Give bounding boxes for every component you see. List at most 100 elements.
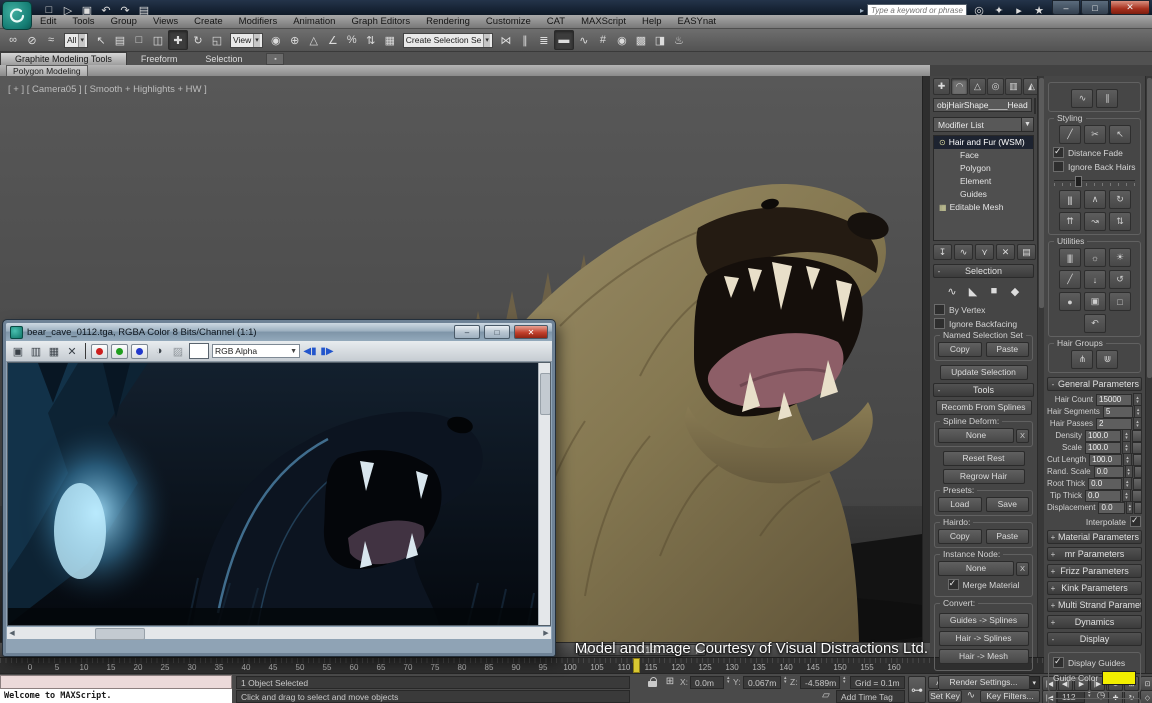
render-maximize-button[interactable]: □ (484, 325, 510, 339)
set-key-button[interactable]: Set Key (928, 690, 962, 703)
keyboard-shortcut-override-icon[interactable]: ⊶ (908, 676, 926, 703)
ribbon-tab-selection[interactable]: Selection (191, 53, 256, 65)
param-hair-segments-field[interactable]: 5 (1102, 405, 1134, 418)
interpolate-checkbox[interactable] (1130, 515, 1141, 527)
field-of-view-icon[interactable]: ◇ (1140, 690, 1152, 703)
select-and-manipulate-icon[interactable]: ⊕ (286, 31, 304, 49)
menu-graph-editors[interactable]: Graph Editors (343, 15, 418, 29)
hair-to-mesh-button[interactable]: Hair -> Mesh (938, 649, 1029, 664)
modifier-hair-and-fur-wsm[interactable]: ⊙ Hair and Fur (WSM) (934, 136, 1033, 149)
x-spinner[interactable]: ▴ ▾ (727, 676, 730, 685)
instance-node-clear-button[interactable]: X (1016, 561, 1029, 576)
selection-lock-icon[interactable] (648, 677, 658, 688)
save-image-icon[interactable]: ▣ (10, 343, 26, 359)
add-time-tag[interactable]: Add Time Tag (836, 690, 905, 703)
guides-to-splines-button[interactable]: Guides -> Splines (938, 613, 1029, 628)
window-crossing-icon[interactable]: ◫ (149, 31, 167, 49)
viewport-label[interactable]: [ + ] [ Camera05 ] [ Smooth + Highlights… (8, 84, 207, 95)
background-color-swatch[interactable] (189, 343, 209, 359)
close-button[interactable]: ✕ (1110, 0, 1150, 15)
z-spinner[interactable]: ▴ ▾ (843, 676, 846, 685)
use-pivot-point-icon[interactable]: ◉ (267, 31, 285, 49)
maxscript-mini-listener[interactable]: Welcome to MAXScript. (0, 689, 232, 703)
reset-rest-button[interactable]: Reset Rest (942, 451, 1025, 466)
edit-named-selections-icon[interactable]: ▦ (381, 31, 399, 49)
menu-customize[interactable]: Customize (478, 15, 539, 29)
time-tag-icon[interactable]: ▱ (820, 690, 832, 701)
render-window-titlebar[interactable]: bear_cave_0112.tga, RGBA Color 8 Bits/Ch… (6, 323, 552, 341)
maximize-button[interactable]: □ (1081, 0, 1109, 15)
select-icon[interactable]: ↖ (1108, 125, 1131, 144)
material-editor-icon[interactable]: ◉ (613, 31, 631, 49)
param-hair-count-field[interactable]: 15000 (1096, 393, 1132, 406)
select-and-link-icon[interactable]: ∞ (4, 31, 22, 49)
angle-snap-icon[interactable]: ∠ (324, 31, 342, 49)
menu-tools[interactable]: Tools (64, 15, 102, 29)
unlink-selection-icon[interactable]: ⊘ (23, 31, 41, 49)
app-logo-icon[interactable] (2, 1, 32, 30)
blue-channel-icon[interactable] (131, 343, 148, 359)
transform-typein-icon[interactable]: ⊞ (663, 676, 677, 687)
rotate-icon[interactable]: ↻ (1108, 190, 1131, 209)
modifier-element[interactable]: Element (934, 175, 1033, 188)
menu-cat[interactable]: CAT (539, 15, 573, 29)
rollout-frizz-parameters[interactable]: + Frizz Parameters (1047, 564, 1142, 578)
comb-icon[interactable]: ||| (1058, 190, 1081, 209)
rollout-dynamics[interactable]: + Dynamics (1047, 615, 1142, 629)
undo-icon[interactable]: ↶ (1083, 314, 1106, 333)
param-density-field[interactable]: 100.0 (1085, 429, 1121, 442)
alpha-channel-icon[interactable]: ▨ (170, 343, 186, 359)
rollout-kink-parameters[interactable]: + Kink Parameters (1047, 581, 1142, 595)
clear-icon[interactable]: ✕ (64, 343, 80, 359)
zoom-extents-icon[interactable]: ⊡ (1140, 676, 1152, 691)
menu-edit[interactable]: Edit (32, 15, 64, 29)
x-coordinate-field[interactable]: 0.0m (690, 676, 724, 689)
modifier-editable-mesh[interactable]: ▦ Editable Mesh (934, 201, 1033, 214)
spinner-snap-icon[interactable]: ⇅ (362, 31, 380, 49)
object-color-swatch[interactable] (1033, 98, 1036, 114)
param-cut-length-field[interactable]: 100.0 (1089, 453, 1123, 466)
puff-roots-icon[interactable]: ⇈ (1058, 212, 1081, 231)
update-selection-button[interactable]: Update Selection (939, 365, 1028, 380)
y-coordinate-field[interactable]: 0.067m (743, 676, 781, 689)
preset-save-button[interactable]: Save (985, 497, 1029, 512)
track-bar[interactable]: 0 5 10 15 20 25 30 35 40 45 50 55 60 65 70 75 80 85 90 95 10… (0, 657, 1044, 674)
rollout-material-parameters[interactable]: + Material Parameters (1047, 530, 1142, 544)
menu-modifiers[interactable]: Modifiers (231, 15, 286, 29)
infocenter-expand-icon[interactable]: ▸ (860, 6, 864, 15)
previous-layer-icon[interactable]: ◀▮ (303, 346, 317, 357)
instance-node-none-button[interactable]: None (938, 561, 1014, 576)
select-hair-ends-icon[interactable]: ∿ (1071, 89, 1093, 108)
param-displacement-field[interactable]: 0.0 (1098, 501, 1126, 514)
param-tip-thick-field[interactable]: 0.0 (1085, 489, 1121, 502)
swirl-icon[interactable]: ↺ (1108, 270, 1131, 289)
by-vertex-checkbox[interactable] (934, 304, 945, 315)
ignore-back-hairs-checkbox[interactable] (1053, 161, 1064, 172)
percent-snap-icon[interactable]: % (343, 31, 361, 49)
render-vertical-scrollbar[interactable] (538, 363, 550, 625)
align-icon[interactable]: ∥ (516, 31, 534, 49)
schematic-view-icon[interactable]: # (594, 31, 612, 49)
curve-editor-icon[interactable]: ∿ (575, 31, 593, 49)
pencil-icon[interactable]: ╱ (1058, 270, 1081, 289)
green-channel-icon[interactable] (111, 343, 128, 359)
merge-group-icon[interactable]: ⋓ (1096, 350, 1118, 369)
ribbon-tab-freeform[interactable]: Freeform (127, 53, 192, 65)
select-and-scale-icon[interactable]: ◱ (208, 31, 226, 49)
rectangular-selection-icon[interactable]: □ (130, 31, 148, 49)
modifier-list-dropdown[interactable]: Modifier List ▼ (933, 117, 1034, 132)
modifier-face[interactable]: Face (934, 149, 1033, 162)
red-channel-icon[interactable] (91, 343, 108, 359)
select-by-name-icon[interactable]: ▤ (111, 31, 129, 49)
hierarchy-tab[interactable]: △ (969, 78, 986, 95)
remove-modifier-icon[interactable]: ✕ (996, 244, 1015, 260)
display-guides-checkbox[interactable] (1053, 656, 1064, 668)
menu-rendering[interactable]: Rendering (418, 15, 478, 29)
key-filters-button[interactable]: Key Filters... (980, 690, 1040, 703)
ribbon-tab-graphite-modeling-tools[interactable]: Graphite Modeling Tools (0, 52, 127, 65)
select-and-move-icon[interactable]: ✚ (167, 30, 188, 50)
fade-slider[interactable] (1054, 176, 1135, 187)
make-unique-icon[interactable]: ⋎ (975, 244, 994, 260)
guide-color-swatch[interactable] (1102, 671, 1136, 685)
configure-modifier-sets-icon[interactable]: ▤ (1017, 244, 1036, 260)
